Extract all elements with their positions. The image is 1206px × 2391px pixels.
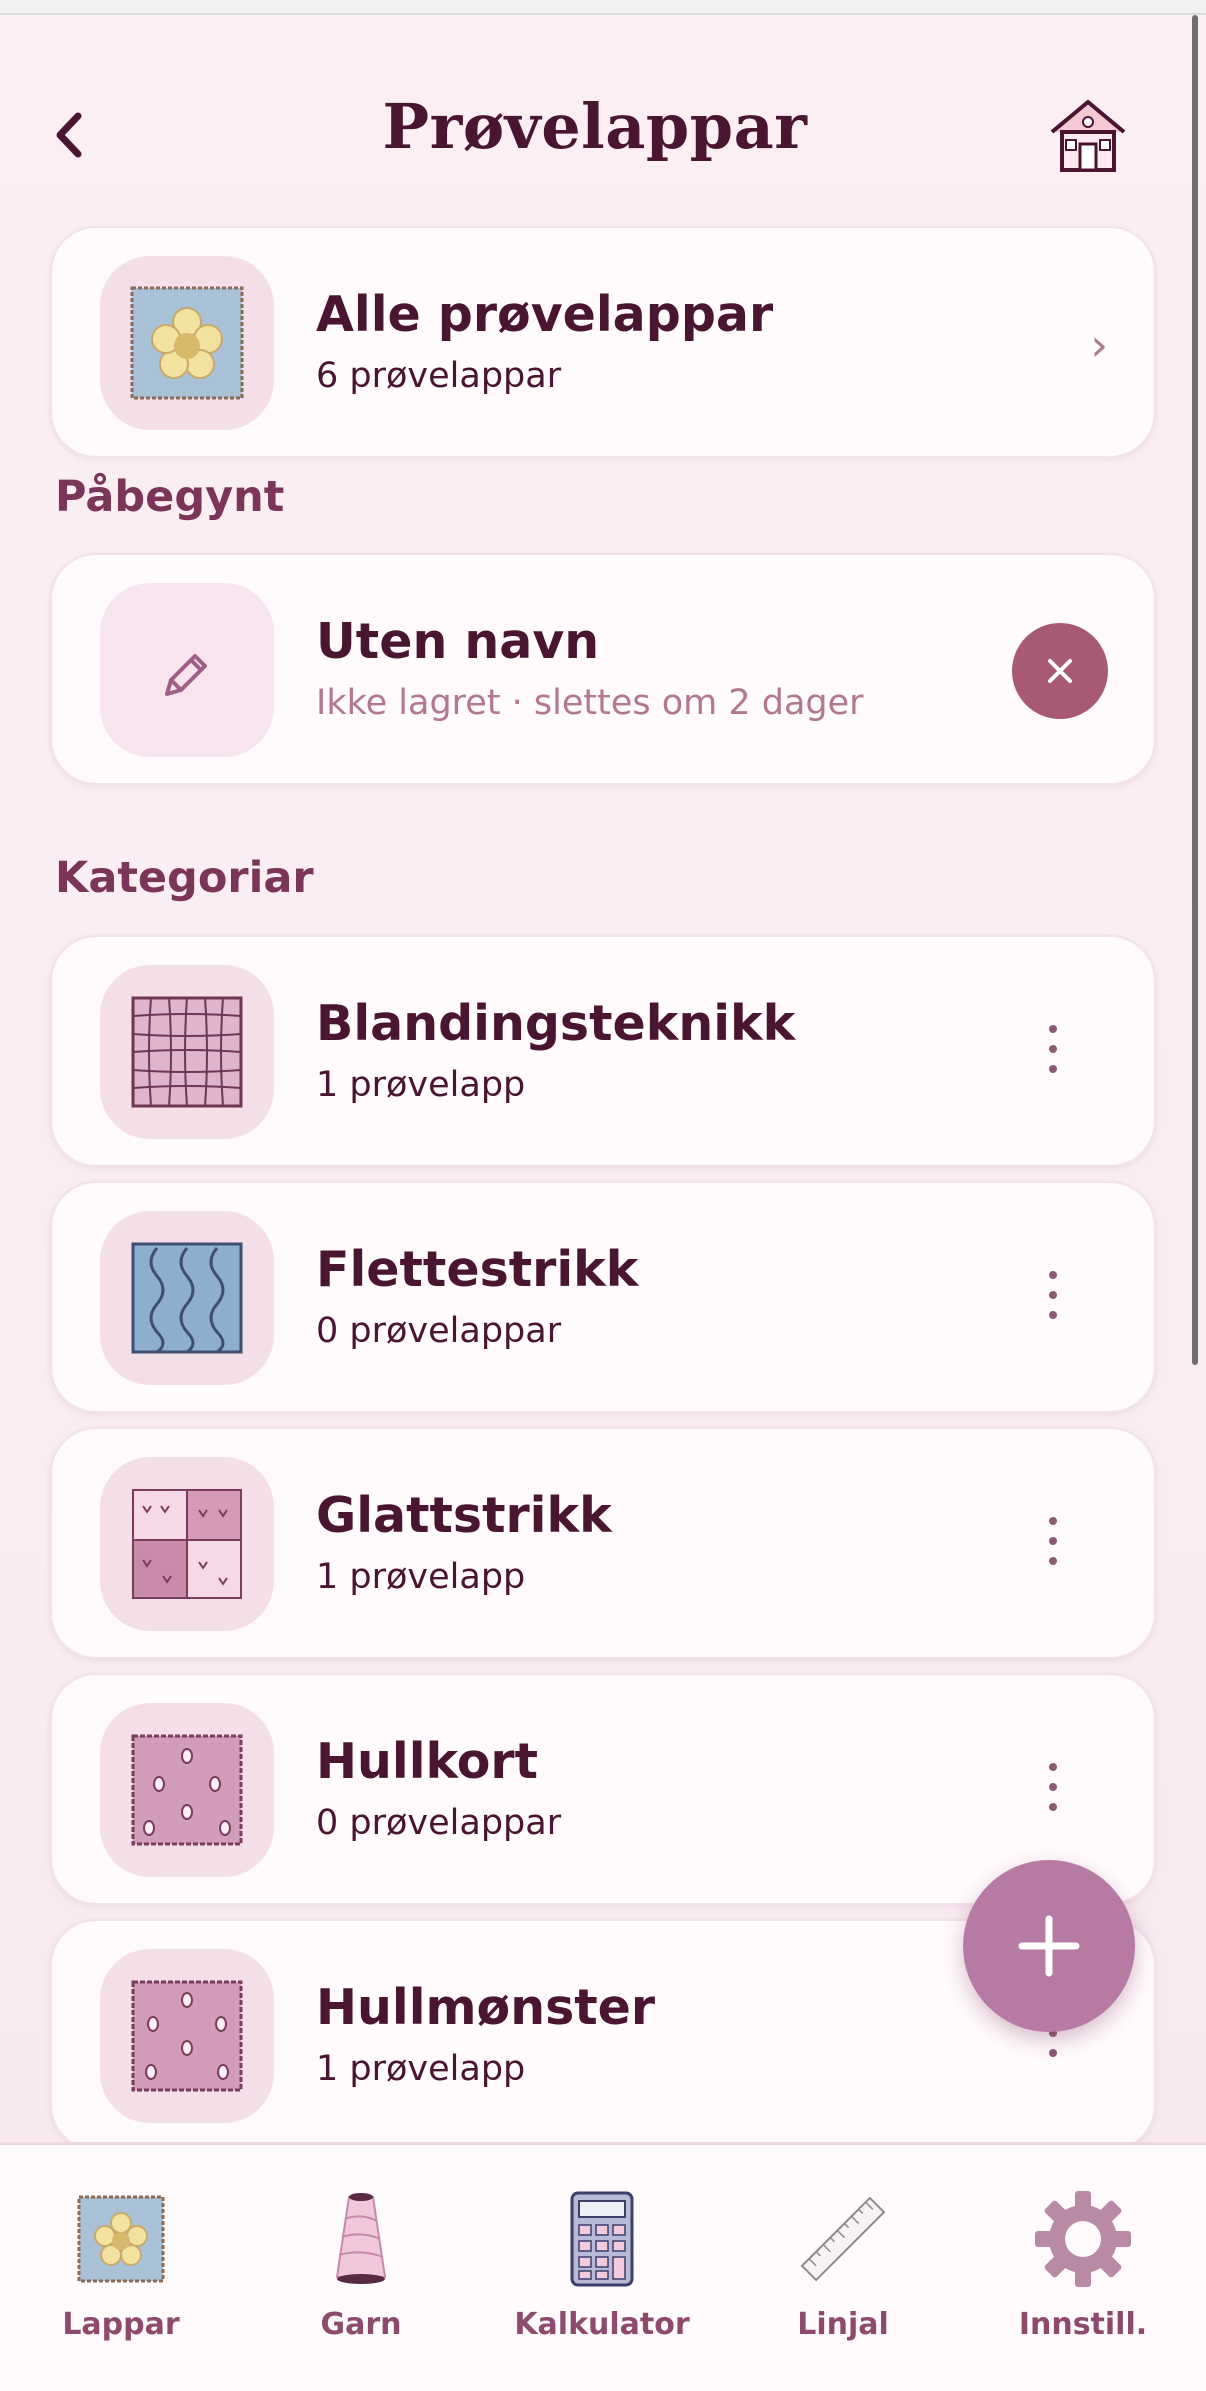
scrollbar[interactable] — [1192, 15, 1198, 1365]
category-title: Blandingsteknikk — [316, 995, 796, 1052]
calculator-icon — [570, 2191, 634, 2287]
home-button[interactable] — [1046, 94, 1130, 178]
close-icon — [1048, 659, 1072, 683]
eyelet-swatch-icon — [131, 1980, 243, 2092]
plus-icon — [1018, 1915, 1080, 1977]
page-title: Prøvelappar — [382, 90, 808, 163]
draft-swatch-card[interactable]: Uten navn Ikke lagret · slettes om 2 dag… — [50, 553, 1156, 785]
tab-lappar[interactable]: Lappar — [26, 2189, 216, 2369]
all-swatches-title: Alle prøvelappar — [316, 286, 774, 343]
pencil-icon — [165, 654, 207, 696]
swatch-thumbnail — [100, 256, 274, 430]
tab-label: Kalkulator — [514, 2307, 690, 2342]
tab-label: Garn — [320, 2307, 402, 2342]
flower-swatch-icon — [130, 286, 244, 400]
more-options-button[interactable] — [1046, 1025, 1060, 1073]
status-bar-strip — [0, 0, 1206, 15]
tab-innstillinger[interactable]: Innstill. — [988, 2189, 1178, 2369]
cable-swatch-icon — [131, 1242, 243, 1354]
ruler-icon — [800, 2196, 886, 2282]
add-swatch-button[interactable] — [963, 1860, 1135, 2032]
swatch-icon — [77, 2195, 165, 2283]
more-options-button[interactable] — [1046, 1517, 1060, 1565]
chevron-right-icon: › — [1090, 320, 1108, 371]
category-title: Glattstrikk — [316, 1487, 612, 1544]
yarn-cone-icon — [335, 2193, 387, 2284]
draft-thumbnail — [100, 583, 274, 757]
category-card[interactable]: Glattstrikk 1 prøvelapp — [50, 1427, 1156, 1659]
category-title: Hullmønster — [316, 1979, 656, 2036]
category-thumbnail — [100, 965, 274, 1139]
header: Prøvelappar — [0, 70, 1190, 200]
category-thumbnail — [100, 1703, 274, 1877]
punchcard-swatch-icon — [131, 1734, 243, 1846]
section-started: Påbegynt — [55, 472, 285, 522]
tab-kalkulator[interactable]: Kalkulator — [507, 2189, 697, 2369]
category-title: Hullkort — [316, 1733, 539, 1790]
draft-status: Ikke lagret · slettes om 2 dager — [316, 683, 864, 723]
category-thumbnail — [100, 1949, 274, 2123]
category-card[interactable]: Hullkort 0 prøvelappar — [50, 1673, 1156, 1905]
category-thumbnail — [100, 1457, 274, 1631]
category-count: 1 prøvelapp — [316, 2049, 526, 2089]
more-options-button[interactable] — [1046, 1763, 1060, 1811]
all-swatches-card[interactable]: Alle prøvelappar 6 prøvelappar › — [50, 226, 1156, 458]
tab-label: Lappar — [62, 2307, 180, 2342]
delete-draft-button[interactable] — [1012, 623, 1108, 719]
category-count: 1 prøvelapp — [316, 1065, 526, 1105]
stockinette-swatch-icon — [132, 1489, 242, 1599]
tab-label: Innstill. — [1018, 2307, 1148, 2342]
category-title: Flettestrikk — [316, 1241, 639, 1298]
category-card[interactable]: Blandingsteknikk 1 prøvelapp — [50, 935, 1156, 1167]
draft-title: Uten navn — [316, 613, 600, 670]
grid-swatch-icon — [131, 996, 243, 1108]
more-options-button[interactable] — [1046, 1271, 1060, 1319]
category-count: 0 prøvelappar — [316, 1311, 562, 1351]
tab-bar: Lappar Garn Kalkulator Linjal Innstill. — [0, 2142, 1206, 2391]
tab-linjal[interactable]: Linjal — [748, 2189, 938, 2369]
house-icon — [1050, 100, 1126, 172]
gear-icon — [1035, 2191, 1131, 2287]
category-card[interactable]: Flettestrikk 0 prøvelappar — [50, 1181, 1156, 1413]
all-swatches-count: 6 prøvelappar — [316, 356, 562, 396]
tab-garn[interactable]: Garn — [266, 2189, 456, 2369]
section-categories: Kategoriar — [55, 853, 314, 903]
tab-label: Linjal — [797, 2307, 889, 2342]
category-thumbnail — [100, 1211, 274, 1385]
category-count: 1 prøvelapp — [316, 1557, 526, 1597]
category-count: 0 prøvelappar — [316, 1803, 562, 1843]
